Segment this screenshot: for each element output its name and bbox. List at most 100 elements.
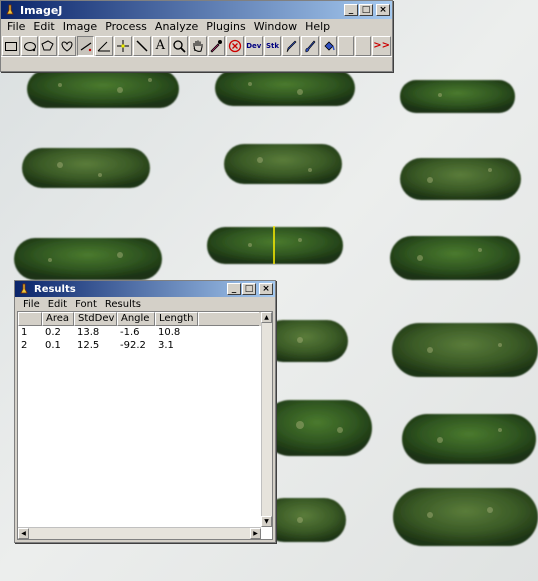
scroll-up-icon[interactable]: ▲ [261,312,272,323]
freehand-tool[interactable] [58,35,76,56]
point-tool[interactable] [114,35,132,56]
menu-analyze[interactable]: Analyze [151,20,202,33]
horizontal-scrollbar[interactable]: ◀ ▶ [18,527,261,539]
scroll-right-icon[interactable]: ▶ [250,528,261,539]
brush-tool[interactable] [301,35,319,56]
empty-tool-slot [338,35,355,56]
column-header[interactable] [18,312,42,326]
menu-file[interactable]: File [3,20,29,33]
crosshair-icon [116,39,129,52]
minimize-button[interactable]: _ [227,283,241,295]
magnifier-tool[interactable] [170,35,188,56]
line-tool[interactable] [76,35,95,56]
column-header-angle[interactable]: Angle [117,312,155,326]
results-titlebar[interactable]: Results _ □ × [15,281,275,297]
results-menu-edit[interactable]: Edit [44,299,71,310]
rectangle-icon [4,41,17,51]
pickle [390,236,520,280]
status-bar [1,56,392,70]
more-tools-button[interactable]: >> [372,35,392,56]
menu-edit[interactable]: Edit [29,20,58,33]
pickle [402,414,536,464]
minimize-button[interactable]: _ [344,4,358,16]
more-tools-label: >> [373,40,391,51]
pickle [392,323,538,377]
column-header-stddev[interactable]: StdDev [74,312,117,326]
stop-tool[interactable] [226,35,244,56]
developer-menu-tool[interactable]: Dev [244,35,263,56]
pencil-tool[interactable] [282,35,300,56]
pickle [14,238,162,280]
pickle [215,70,355,106]
cell-area: 0.2 [45,327,61,338]
oval-tool[interactable] [20,35,39,56]
imagej-menubar: File Edit Image Process Analyze Plugins … [1,19,392,34]
imagej-titlebar[interactable]: ImageJ _ □ × [1,1,392,19]
text-tool-label: A [155,38,166,53]
menu-help[interactable]: Help [301,20,334,33]
pickle [262,400,372,456]
oval-icon [23,41,36,51]
pickle [224,144,342,184]
pencil-icon [286,40,297,52]
menu-plugins[interactable]: Plugins [202,20,249,33]
freehand-icon [61,40,73,52]
cell-stddev: 13.8 [77,327,100,338]
wand-icon [136,39,148,52]
scroll-left-icon[interactable]: ◀ [18,528,29,539]
brush-icon [305,40,316,52]
dev-label: Dev [246,41,262,50]
magnifier-icon [173,39,186,53]
close-button[interactable]: × [259,283,273,295]
cell-stddev: 12.5 [77,340,100,351]
column-header-area[interactable]: Area [42,312,74,326]
table-header: Area StdDev Angle Length [18,312,272,326]
vertical-scrollbar[interactable]: ▲ ▼ [261,312,272,527]
cell-length: 10.8 [158,327,181,338]
color-picker-tool[interactable] [207,35,226,56]
results-table[interactable]: Area StdDev Angle Length 1 0.2 13.8 -1.6… [17,311,273,540]
imagej-title: ImageJ [20,3,63,17]
imagej-window: ImageJ _ □ × File Edit Image Process Ana… [0,0,393,72]
results-window: Results _ □ × File Edit Font Results Are… [14,280,276,543]
column-header-length[interactable]: Length [155,312,198,326]
menu-window[interactable]: Window [250,20,301,33]
maximize-button[interactable]: □ [359,4,373,16]
column-header-empty [198,312,259,326]
table-row[interactable]: 1 0.2 13.8 -1.6 10.8 [18,326,272,339]
cell-angle: -1.6 [120,327,140,338]
maximize-button[interactable]: □ [242,283,256,295]
table-row[interactable]: 2 0.1 12.5 -92.2 3.1 [18,339,272,352]
polygon-tool[interactable] [39,35,58,56]
polygon-icon [41,39,54,50]
wand-tool[interactable] [132,35,151,56]
flood-fill-tool[interactable] [319,35,338,56]
text-tool[interactable]: A [151,35,170,56]
imagej-toolbar: A Dev Stk >> [1,34,392,56]
hand-tool[interactable] [188,35,207,56]
cell-angle: -92.2 [120,340,146,351]
pickle [400,158,521,200]
scroll-down-icon[interactable]: ▼ [261,516,272,527]
results-menu-results[interactable]: Results [101,299,145,310]
cell-length: 3.1 [158,340,174,351]
microscope-icon [6,4,14,15]
cell-area: 0.1 [45,340,61,351]
hand-icon [193,40,203,52]
results-menu-file[interactable]: File [19,299,44,310]
pickle [22,148,150,188]
close-button[interactable]: × [376,4,390,16]
results-menubar: File Edit Font Results [15,297,275,311]
row-index: 1 [21,327,28,338]
stack-tool[interactable]: Stk [263,35,282,56]
angle-tool[interactable] [95,35,114,56]
results-menu-font[interactable]: Font [71,299,101,310]
menu-image[interactable]: Image [59,20,101,33]
empty-tool-slot [355,35,372,56]
pickle [393,488,538,546]
pickle [207,227,343,264]
results-title: Results [34,283,76,295]
menu-process[interactable]: Process [101,20,151,33]
rectangle-tool[interactable] [2,35,20,56]
stk-label: Stk [265,41,279,50]
